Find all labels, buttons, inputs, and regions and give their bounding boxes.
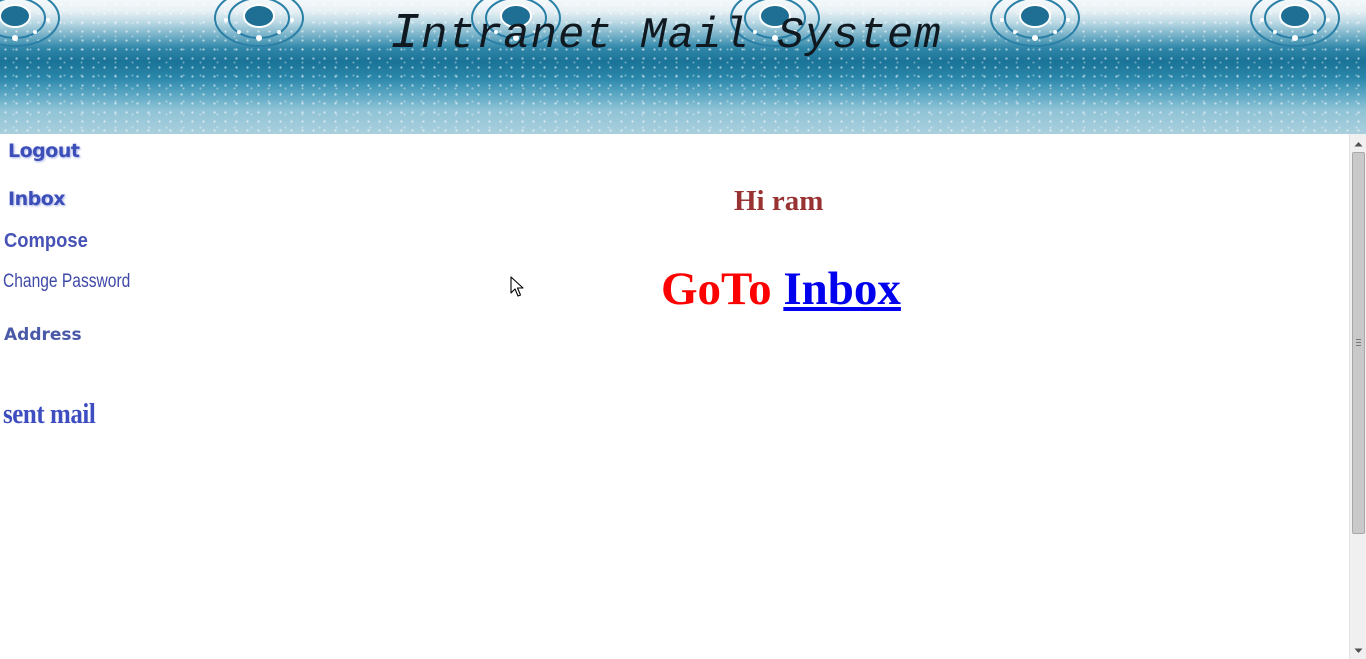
goto-inbox-heading: GoTo Inbox (661, 262, 901, 316)
site-title-rest: ntranet Mail System (421, 11, 942, 61)
floral-ornament-icon (990, 0, 1080, 47)
mouse-pointer-icon (510, 276, 524, 297)
floral-ornament-icon (214, 0, 304, 47)
floral-ornament-icon (1250, 0, 1340, 47)
goto-inbox-link[interactable]: Inbox (783, 263, 901, 315)
logout-link[interactable]: Logout (8, 140, 80, 162)
header-banner: Intranet Mail System (0, 0, 1366, 134)
scroll-down-arrow-icon[interactable] (1350, 642, 1366, 659)
goto-label: GoTo (661, 263, 772, 315)
address-link[interactable]: Address (4, 325, 82, 345)
vertical-scrollbar[interactable] (1349, 134, 1366, 659)
change-password-link[interactable]: Change Password (3, 271, 130, 293)
site-title: Intranet Mail System (390, 6, 942, 63)
greeting-text: Hi ram (734, 185, 824, 217)
scrollbar-grip-icon (1356, 339, 1361, 346)
sent-mail-link[interactable]: sent mail (3, 398, 96, 431)
scrollbar-thumb[interactable] (1352, 152, 1365, 534)
scroll-up-arrow-icon[interactable] (1350, 135, 1366, 152)
floral-ornament-icon (0, 0, 60, 47)
inbox-link[interactable]: Inbox (8, 188, 66, 210)
compose-link[interactable]: Compose (4, 230, 88, 253)
site-title-initial: I (390, 6, 422, 63)
